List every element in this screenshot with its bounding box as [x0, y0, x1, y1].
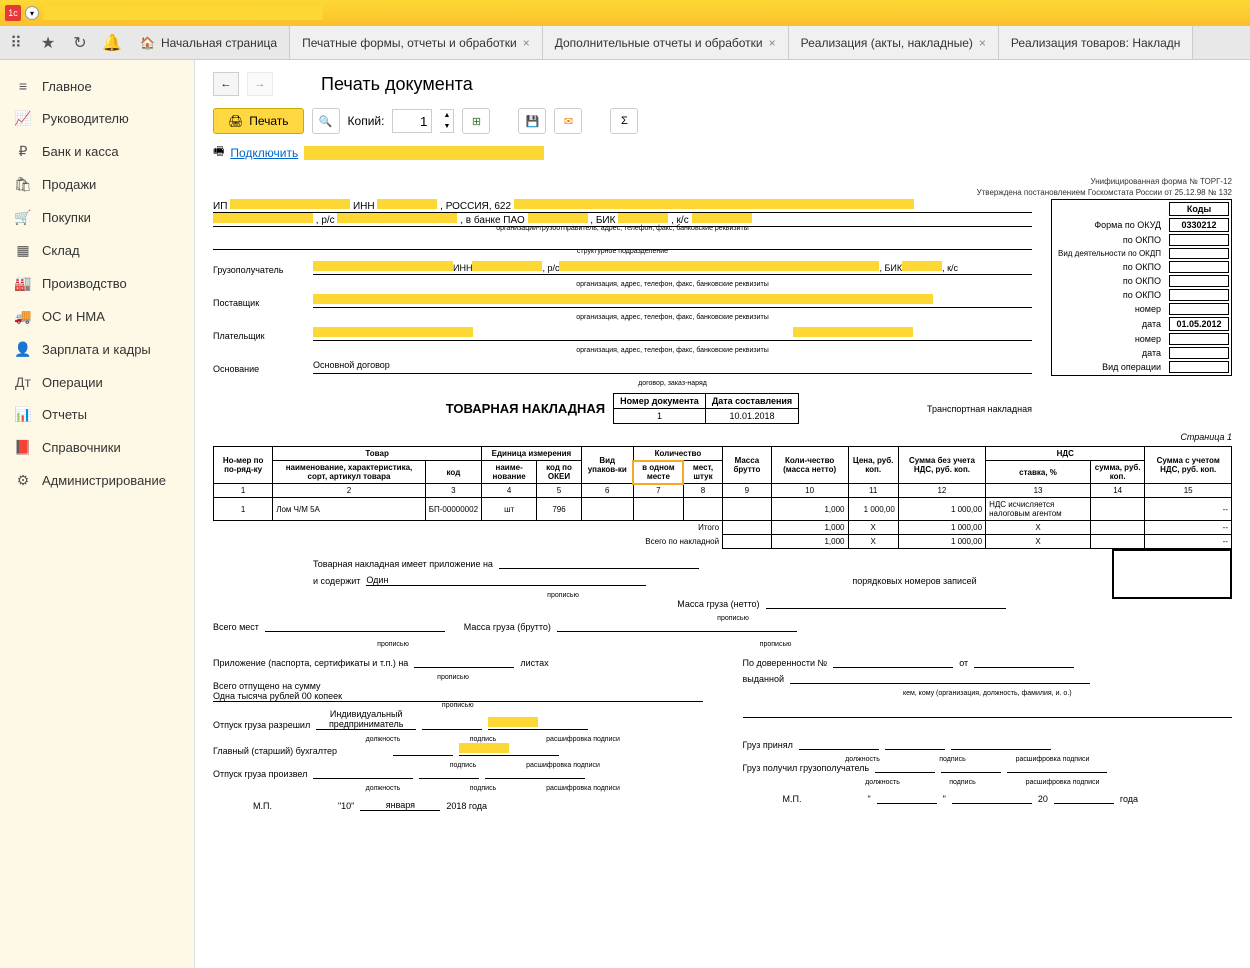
sidebar-ops[interactable]: ДтОперации	[0, 366, 194, 398]
close-icon[interactable]: ×	[769, 36, 776, 50]
preview-button[interactable]: 🔍	[312, 108, 340, 134]
home-icon: 🏠	[140, 36, 155, 50]
book-icon: 📕	[14, 439, 32, 456]
content: ← → Печать документа 🖨Печать 🔍 Копий: ▲▼…	[195, 60, 1250, 968]
sidebar-main[interactable]: ≡Главное	[0, 70, 194, 102]
printer-icon: 🖨	[228, 114, 243, 128]
sidebar-purchases[interactable]: 🛒Покупки	[0, 201, 194, 234]
titlebar: 1c ▾	[0, 0, 1250, 26]
back-button[interactable]: ←	[213, 72, 239, 96]
sidebar: ≡Главное 📈Руководителю ₽Банк и касса 🛍Пр…	[0, 60, 195, 968]
goods-table: Но-мер по по-ряд-ку Товар Единица измере…	[213, 446, 1232, 549]
titlebar-dropdown[interactable]: ▾	[25, 6, 39, 20]
tab-home[interactable]: 🏠Начальная страница	[128, 26, 290, 59]
truck-icon: 🚚	[14, 308, 32, 325]
factory-icon: 🏭	[14, 275, 32, 292]
print-button[interactable]: 🖨Печать	[213, 108, 304, 134]
copier-icon: 🖷	[213, 142, 224, 163]
close-icon[interactable]: ×	[523, 36, 530, 50]
history-icon[interactable]: ↻	[64, 27, 96, 59]
sidebar-assets[interactable]: 🚚ОС и НМА	[0, 300, 194, 333]
chart-icon: 📈	[14, 110, 32, 127]
ruble-icon: ₽	[14, 143, 32, 160]
copies-input[interactable]	[392, 109, 432, 133]
cart-icon: 🛒	[14, 209, 32, 226]
tabs: 🏠Начальная страница Печатные формы, отче…	[128, 26, 1193, 59]
sidebar-reports[interactable]: 📊Отчеты	[0, 398, 194, 431]
bars-icon: 📊	[14, 406, 32, 423]
main-toolbar: ⠿ ★ ↻ 🔔 🏠Начальная страница Печатные фор…	[0, 26, 1250, 60]
sidebar-production[interactable]: 🏭Производство	[0, 267, 194, 300]
excel-button[interactable]: ⊞	[462, 108, 490, 134]
grid-icon: ▦	[14, 242, 32, 259]
tab-addl-reports[interactable]: Дополнительные отчеты и обработки×	[543, 26, 789, 59]
sidebar-warehouse[interactable]: ▦Склад	[0, 234, 194, 267]
footer: Товарная накладная имеет приложение на и…	[213, 559, 1232, 817]
bell-icon[interactable]: 🔔	[96, 27, 128, 59]
bag-icon: 🛍	[14, 176, 32, 193]
forward-button[interactable]: →	[247, 72, 273, 96]
sum-button[interactable]: Σ	[610, 108, 638, 134]
doc-number-table: Номер документаДата составления 110.01.2…	[613, 393, 799, 424]
sidebar-sales[interactable]: 🛍Продажи	[0, 168, 194, 201]
gear-icon: ⚙	[14, 472, 32, 489]
titlebar-masked	[43, 6, 323, 20]
sidebar-manager[interactable]: 📈Руководителю	[0, 102, 194, 135]
tab-goods[interactable]: Реализация товаров: Накладн	[999, 26, 1193, 59]
copies-label: Копий:	[348, 114, 385, 128]
tab-realization[interactable]: Реализация (акты, накладные)×	[789, 26, 999, 59]
sidebar-hr[interactable]: 👤Зарплата и кадры	[0, 333, 194, 366]
connect-link[interactable]: Подключить	[230, 146, 298, 160]
link-masked	[304, 146, 544, 160]
star-icon[interactable]: ★	[32, 27, 64, 59]
person-icon: 👤	[14, 341, 32, 358]
sidebar-admin[interactable]: ⚙Администрирование	[0, 464, 194, 497]
copies-spinner[interactable]: ▲▼	[440, 109, 454, 133]
app-logo: 1c	[5, 5, 21, 21]
codes-table: Коды Форма по ОКУД0330212 по ОКПО Вид де…	[1051, 199, 1232, 376]
dtkt-icon: Дт	[14, 374, 32, 390]
sidebar-bank[interactable]: ₽Банк и касса	[0, 135, 194, 168]
menu-icon: ≡	[14, 78, 32, 94]
page-title: Печать документа	[321, 74, 473, 95]
save-button[interactable]: 💾	[518, 108, 546, 134]
close-icon[interactable]: ×	[979, 36, 986, 50]
email-button[interactable]: ✉	[554, 108, 582, 134]
table-row: 1 Лом Ч/М 5А БП-00000002 шт 796 1,000 1 …	[214, 498, 1232, 521]
sidebar-catalogs[interactable]: 📕Справочники	[0, 431, 194, 464]
apps-icon[interactable]: ⠿	[0, 27, 32, 59]
document-preview[interactable]: Унифицированная форма № ТОРГ-12 Утвержде…	[213, 177, 1232, 817]
tab-print-forms[interactable]: Печатные формы, отчеты и обработки×	[290, 26, 543, 59]
stamp-box	[1112, 549, 1232, 599]
